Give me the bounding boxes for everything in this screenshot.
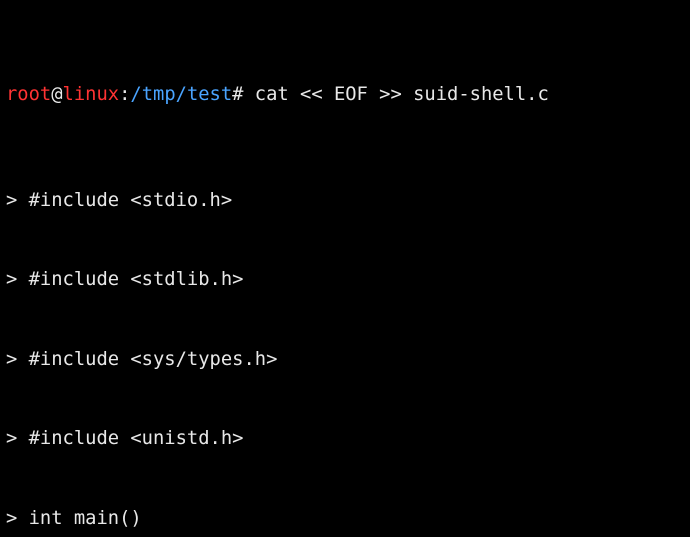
prompt-host: linux	[63, 84, 120, 105]
prompt-at: @	[51, 84, 62, 105]
terminal[interactable]: root@linux:/tmp/test# cat << EOF >> suid…	[0, 0, 690, 537]
heredoc-line: > #include <stdio.h>	[6, 188, 684, 215]
heredoc-line: > #include <stdlib.h>	[6, 267, 684, 294]
heredoc-line: > #include <sys/types.h>	[6, 347, 684, 374]
prompt-sep: :	[119, 84, 130, 105]
command-cat: cat << EOF >> suid-shell.c	[255, 84, 549, 105]
heredoc-line: > int main()	[6, 506, 684, 533]
prompt-user: root	[6, 84, 51, 105]
prompt-hash: #	[232, 84, 255, 105]
prompt-path: /tmp/test	[130, 84, 232, 105]
heredoc-line: > #include <unistd.h>	[6, 426, 684, 453]
prompt-line-cat: root@linux:/tmp/test# cat << EOF >> suid…	[6, 82, 684, 109]
